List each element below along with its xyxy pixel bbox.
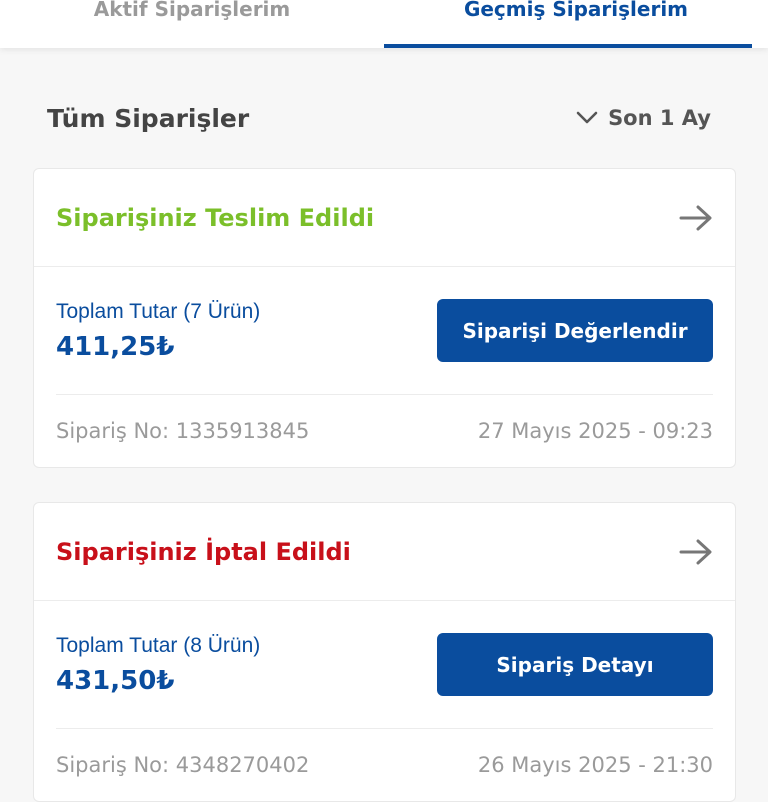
order-card: Siparişiniz İptal Edildi Toplam Tutar (8…	[33, 502, 736, 802]
order-status: Siparişiniz İptal Edildi	[56, 537, 351, 566]
order-date: 26 Mayıs 2025 - 21:30	[477, 753, 713, 777]
order-total-row: Toplam Tutar (7 Ürün) 411,25₺ Siparişi D…	[56, 267, 713, 395]
total-value: 411,25₺	[56, 331, 175, 362]
tab-past-orders[interactable]: Geçmiş Siparişlerim	[384, 0, 768, 48]
tab-active-orders-label: Aktif Siparişlerim	[93, 0, 291, 21]
total-value: 431,50₺	[56, 665, 175, 696]
section-title: Tüm Siparişler	[47, 103, 250, 133]
order-number: Sipariş No: 4348270402	[56, 753, 310, 777]
tab-past-orders-label: Geçmiş Siparişlerim	[463, 0, 689, 21]
order-status: Siparişiniz Teslim Edildi	[56, 203, 375, 232]
total-label: Toplam Tutar (7 Ürün)	[56, 299, 261, 323]
filter-row: Tüm Siparişler Son 1 Ay	[47, 98, 711, 138]
order-tabs: Aktif Siparişlerim Geçmiş Siparişlerim	[0, 0, 768, 48]
arrow-right-icon[interactable]	[679, 539, 713, 565]
period-label: Son 1 Ay	[608, 106, 711, 130]
order-card-header[interactable]: Siparişiniz İptal Edildi	[34, 503, 735, 601]
order-number: Sipariş No: 1335913845	[56, 419, 310, 443]
arrow-right-icon[interactable]	[679, 205, 713, 231]
period-dropdown[interactable]: Son 1 Ay	[576, 106, 711, 130]
total-label: Toplam Tutar (8 Ürün)	[56, 633, 261, 657]
tab-active-orders[interactable]: Aktif Siparişlerim	[0, 0, 384, 48]
order-total-row: Toplam Tutar (8 Ürün) 431,50₺ Sipariş De…	[56, 601, 713, 729]
order-meta-row: Sipariş No: 1335913845 27 Mayıs 2025 - 0…	[56, 395, 713, 467]
order-card-header[interactable]: Siparişiniz Teslim Edildi	[34, 169, 735, 267]
order-meta-row: Sipariş No: 4348270402 26 Mayıs 2025 - 2…	[56, 729, 713, 801]
order-date: 27 Mayıs 2025 - 09:23	[477, 419, 713, 443]
rate-order-button[interactable]: Siparişi Değerlendir	[437, 299, 713, 362]
order-detail-button[interactable]: Sipariş Detayı	[437, 633, 713, 696]
order-card: Siparişiniz Teslim Edildi Toplam Tutar (…	[33, 168, 736, 468]
chevron-down-icon	[576, 111, 598, 125]
